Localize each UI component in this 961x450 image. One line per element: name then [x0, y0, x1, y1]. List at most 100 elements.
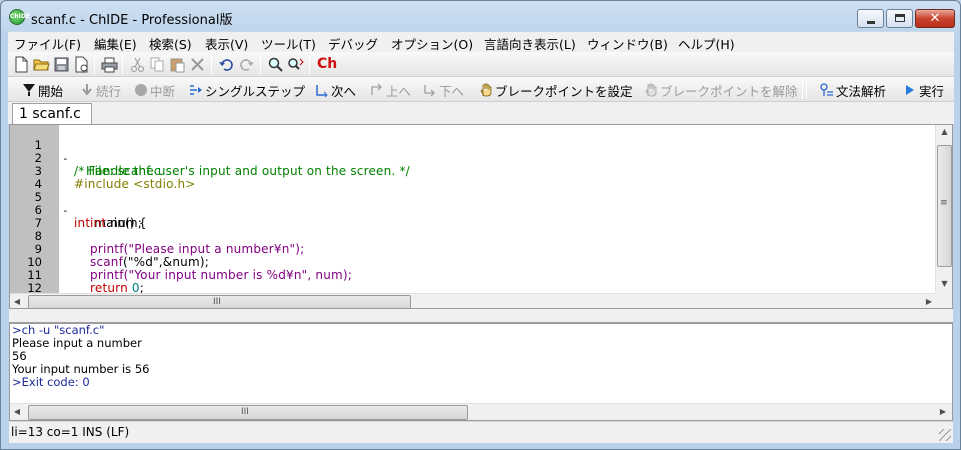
menu-language[interactable]: 言語向き表示(L): [484, 34, 576, 53]
undo-icon[interactable]: [218, 56, 235, 73]
single-step-button[interactable]: シングルステップ: [189, 81, 305, 99]
close-button[interactable]: ✕: [915, 9, 955, 28]
code-line: 2 Handle the user's input and output on …: [10, 139, 938, 178]
grip-icon: III: [213, 297, 221, 307]
code-editor[interactable]: 1 - /* File: scanf.c 2 Handle the user's…: [9, 124, 953, 309]
redo-icon[interactable]: [238, 56, 255, 73]
up-button[interactable]: 上へ: [370, 81, 411, 99]
next-button[interactable]: 次へ: [315, 81, 356, 99]
code-line: 10 printf("Your input number is %d¥n", n…: [10, 243, 938, 282]
run-icon: [906, 85, 914, 95]
continue-label: 続行: [96, 83, 122, 99]
paste-icon[interactable]: [169, 56, 186, 73]
set-breakpoint-button[interactable]: ブレークポイントを設定: [479, 81, 633, 99]
output-line: 56: [12, 349, 27, 363]
open-folder-icon[interactable]: [33, 56, 50, 73]
editor-horizontal-thumb[interactable]: III: [28, 295, 411, 308]
menu-edit[interactable]: 編集(E): [94, 34, 137, 53]
output-horizontal-scrollbar[interactable]: ◀ III ▶: [10, 403, 952, 420]
editor-vertical-scrollbar[interactable]: ▲ ≡ ▼: [935, 125, 952, 293]
up-label: 上へ: [386, 83, 412, 99]
code-line: 7: [10, 204, 938, 230]
menu-options[interactable]: オプション(O): [391, 34, 473, 53]
hand-icon-disabled: [645, 83, 657, 97]
menu-debug[interactable]: デバッグ: [328, 34, 378, 53]
down-label: 下へ: [439, 83, 465, 99]
pane-splitter[interactable]: [9, 309, 953, 323]
continue-button[interactable]: 続行: [80, 81, 121, 99]
set-breakpoint-label: ブレークポイントを設定: [495, 83, 633, 99]
menu-file[interactable]: ファイル(F): [14, 34, 81, 53]
code-line: 6 int num;: [10, 191, 938, 230]
toolbar-separator: [260, 55, 261, 74]
copy-icon[interactable]: [149, 56, 166, 73]
menu-bar: ファイル(F) 編集(E) 検索(S) 表示(V) ツール(T) デバッグ オプ…: [8, 31, 954, 52]
menu-view[interactable]: 表示(V): [205, 34, 248, 53]
output-line: Your input number is 56: [12, 362, 150, 376]
next-icon: [316, 85, 328, 97]
code-line: 9 scanf("%d",&num);: [10, 230, 938, 269]
menu-tools[interactable]: ツール(T): [261, 34, 316, 53]
menu-window[interactable]: ウィンドウ(B): [587, 34, 668, 53]
find-icon[interactable]: [267, 56, 284, 73]
clear-breakpoint-button[interactable]: ブレークポイントを解除: [644, 81, 798, 99]
code-line: 11 return 0;: [10, 256, 938, 295]
run-label: 実行: [919, 83, 945, 99]
editor-vertical-thumb[interactable]: ≡: [937, 145, 952, 267]
scrollbar-corner: [935, 293, 952, 308]
scroll-left-arrow-icon[interactable]: ◀: [11, 407, 23, 416]
scroll-left-arrow-icon[interactable]: ◀: [11, 297, 23, 306]
minimize-icon: [867, 21, 875, 24]
code-line: 5 - int main() {: [10, 178, 938, 230]
hand-icon: [480, 83, 492, 97]
save-icon[interactable]: [53, 56, 70, 73]
scroll-up-arrow-icon[interactable]: ▲: [936, 127, 952, 136]
chide-app-icon[interactable]: ChIDE: [9, 9, 30, 25]
single-step-icon: [190, 85, 202, 95]
toolbar-separator: [309, 55, 310, 74]
next-label: 次へ: [331, 83, 357, 99]
code-line: 4: [10, 165, 938, 191]
save-as-icon[interactable]: [73, 56, 90, 73]
toolbar-separator: [94, 55, 95, 74]
toolbar-separator: [802, 80, 803, 99]
minimize-button[interactable]: [857, 9, 884, 28]
toolbar-separator: [806, 80, 807, 99]
start-icon: [23, 84, 35, 96]
print-icon[interactable]: [101, 56, 118, 73]
replace-icon[interactable]: [287, 56, 304, 73]
menu-search[interactable]: 検索(S): [149, 34, 192, 53]
resize-grip-icon[interactable]: [939, 429, 951, 441]
cursor-position-status: li=13 co=1 INS (LF): [11, 425, 130, 439]
abort-button[interactable]: 中断: [134, 81, 175, 99]
delete-icon[interactable]: [189, 56, 206, 73]
start-button[interactable]: 開始: [22, 81, 63, 99]
new-file-icon[interactable]: [13, 56, 30, 73]
output-pane[interactable]: >ch -u "scanf.c" Please input a number 5…: [9, 323, 953, 421]
title-bar[interactable]: ChIDE scanf.c - ChIDE - Professional版 ✕: [1, 1, 960, 31]
menu-help[interactable]: ヘルプ(H): [678, 34, 735, 53]
tab-scanf-c[interactable]: 1 scanf.c: [12, 103, 92, 125]
file-tab-bar: 1 scanf.c: [8, 102, 954, 125]
continue-icon: [82, 84, 92, 96]
scroll-right-arrow-icon[interactable]: ▶: [937, 407, 949, 416]
down-button[interactable]: 下へ: [423, 81, 464, 99]
code-line: 3 #include <stdio.h>: [10, 152, 938, 191]
down-icon: [424, 85, 435, 97]
run-button[interactable]: 実行: [903, 81, 944, 99]
app-window: ChIDE scanf.c - ChIDE - Professional版 ✕ …: [0, 0, 961, 450]
toolbar-separator: [211, 55, 212, 74]
output-line: >Exit code: 0: [12, 375, 90, 389]
window-title: scanf.c - ChIDE - Professional版: [31, 13, 233, 28]
cut-icon[interactable]: [129, 56, 146, 73]
scroll-right-arrow-icon[interactable]: ▶: [923, 297, 935, 306]
ch-icon[interactable]: Ch: [317, 55, 339, 72]
up-icon: [371, 83, 382, 95]
output-horizontal-thumb[interactable]: III: [28, 405, 468, 420]
maximize-button[interactable]: [886, 9, 913, 28]
editor-horizontal-scrollbar[interactable]: ◀ III ▶: [10, 293, 938, 308]
parse-button[interactable]: 文法解析: [820, 81, 886, 99]
status-bar: li=13 co=1 INS (LF): [9, 421, 953, 443]
grip-icon: ≡: [940, 198, 948, 208]
scroll-down-arrow-icon[interactable]: ▼: [936, 279, 952, 288]
